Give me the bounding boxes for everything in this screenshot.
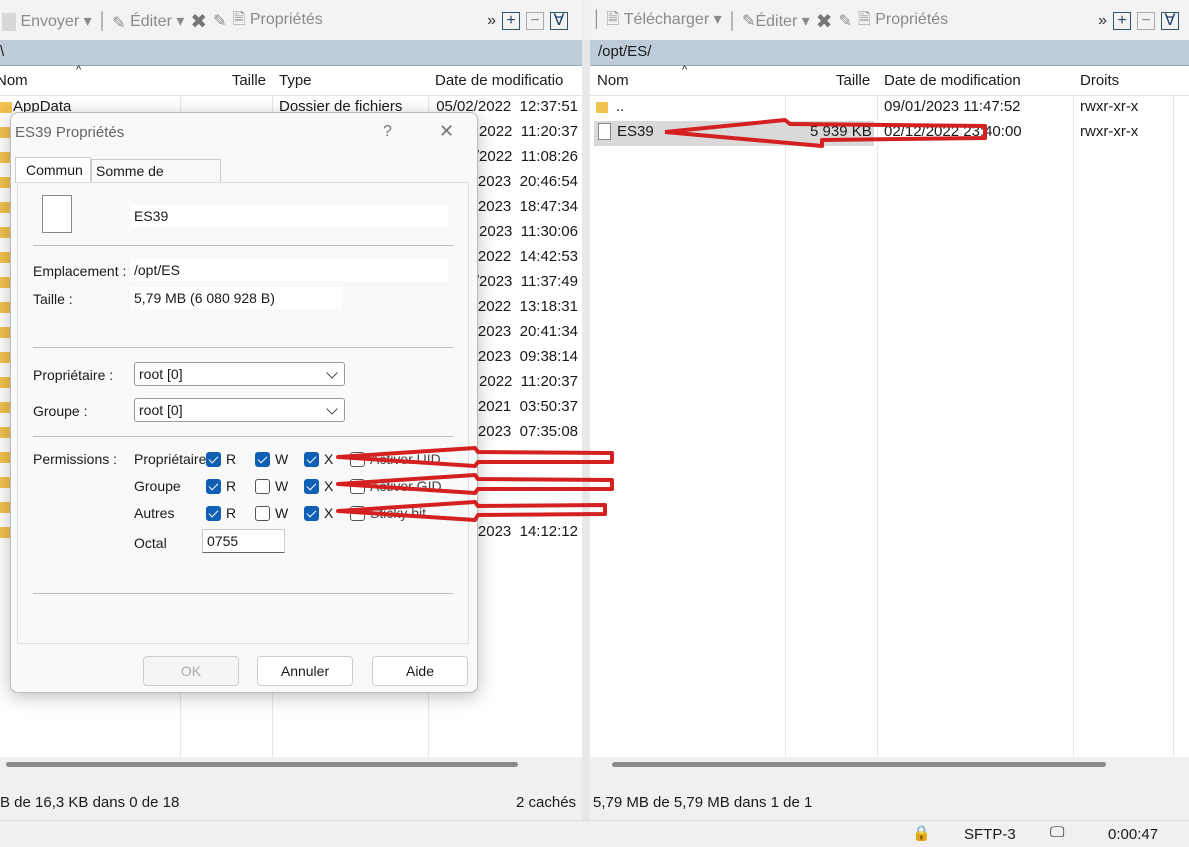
annotation-arrow: [664, 118, 987, 148]
annotation-arrow: [336, 446, 614, 468]
annotation-arrow: [336, 473, 614, 495]
annotation-overlay: [336, 118, 987, 522]
annotation-arrow: [336, 500, 607, 522]
